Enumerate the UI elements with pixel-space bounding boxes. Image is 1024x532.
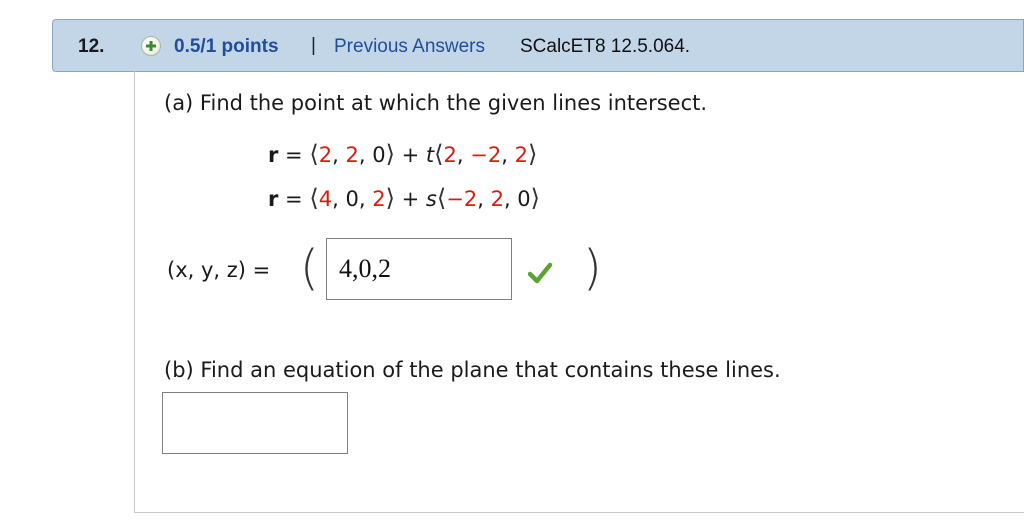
line2-dir-open-angle: ⟨ [436,184,447,212]
question-header: 12. 0.5/1 points | Previous Answers SCal… [52,19,1024,72]
part-b-prompt: (b) Find an equation of the plane that c… [164,358,781,382]
line1-dir-y: −2 [470,143,502,167]
line2-dir-x: −2 [446,187,478,211]
line2-point-x: 4 [318,187,333,211]
answer-input-a[interactable]: 4,0,2 [326,238,512,300]
answer-open-paren: ( [300,240,319,296]
line2-open-angle: ⟨ [309,184,319,212]
answer-close-paren: ) [583,240,602,296]
check-icon [528,262,552,284]
header-separator: | [311,35,316,56]
line2-point-z: 2 [372,187,386,211]
line1-dir-open-angle: ⟨ [434,140,444,168]
line1-close-angle: ⟩ [385,140,395,168]
line1-param: t [425,143,435,167]
answer-input-b[interactable] [162,392,348,454]
line1-dir-x: 2 [443,143,457,167]
question-number: 12. [78,36,105,57]
line2-dir-y: 2 [490,187,504,211]
problem-code: SCalcET8 12.5.064. [520,36,691,57]
line2-dir-z: 0 [517,187,531,211]
line2-dir-close-angle: ⟩ [530,184,541,212]
line1-lhs: r [268,143,279,167]
line1-dir-z: 2 [514,143,528,167]
previous-answers-link[interactable]: Previous Answers [334,36,485,58]
answer-label: (x, y, z) = [167,258,271,282]
line2-equals: = [285,187,303,211]
line1-dir-close-angle: ⟩ [527,140,538,168]
line2-close-angle: ⟩ [385,184,395,212]
line1-point-y: 2 [345,143,359,167]
plus-icon[interactable] [141,36,161,56]
line1-open-angle: ⟨ [309,140,319,168]
points-score: 0.5/1 points [174,36,279,57]
line2-point-y: 0 [345,187,359,211]
line1-point-z: 0 [372,143,386,167]
line1-point-x: 2 [318,143,333,167]
line1-equals: = [285,143,303,167]
line2-equation: r = ⟨4, 0, 2⟩ + s⟨−2, 2, 0⟩ [268,184,541,212]
part-a-prompt: (a) Find the point at which the given li… [164,91,708,115]
line2-param: s [425,187,437,211]
line1-equation: r = ⟨2, 2, 0⟩ + t⟨2, −2, 2⟩ [268,140,538,168]
line2-lhs: r [268,187,279,211]
